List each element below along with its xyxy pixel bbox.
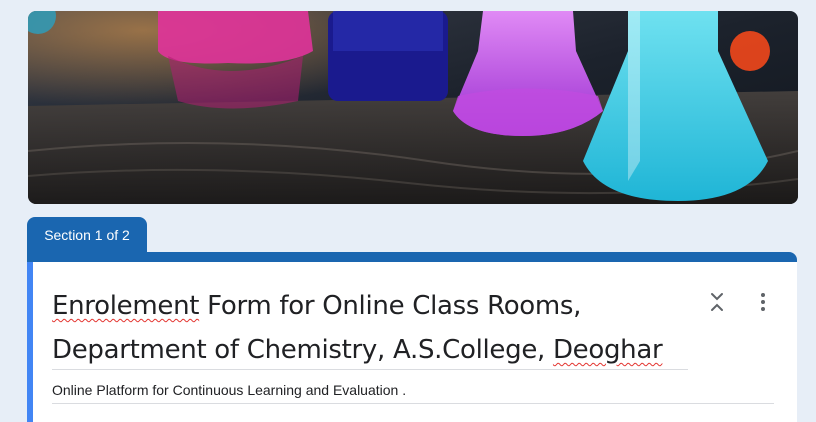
chemistry-flasks-banner-icon [28,11,798,204]
description-underline [52,403,774,404]
form-header-card-body: Enrolement Form for Online Class Rooms, … [33,262,797,422]
form-title[interactable]: Enrolement Form for Online Class Rooms, … [52,284,692,372]
form-header-card: Enrolement Form for Online Class Rooms, … [27,262,797,422]
form-title-part-1: Enrolement [52,291,200,321]
collapse-section-button[interactable] [705,290,729,314]
section-header-strip [27,252,797,262]
header-banner-image [28,11,798,204]
section-tab: Section 1 of 2 [27,217,147,254]
title-underline [52,369,688,370]
section-tab-label: Section 1 of 2 [44,227,130,243]
form-title-part-3: Deoghar [552,335,663,365]
collapse-icon [711,293,723,311]
more-options-button[interactable] [751,290,775,314]
form-description[interactable]: Online Platform for Continuous Learning … [52,382,692,398]
more-vert-icon [761,293,765,311]
